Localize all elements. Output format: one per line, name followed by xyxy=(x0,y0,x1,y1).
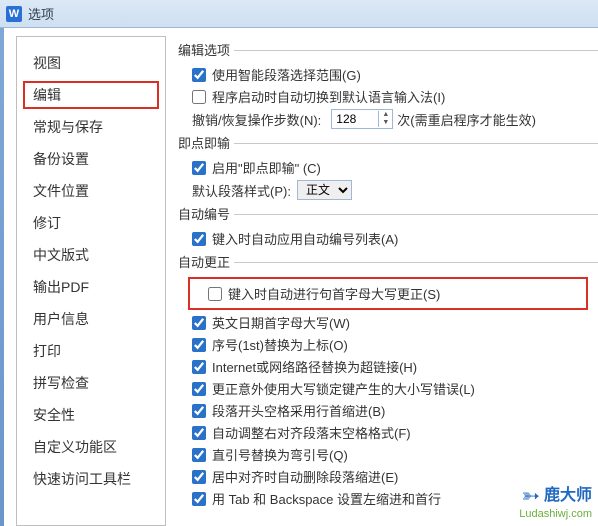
checkbox-autocorrect-8[interactable] xyxy=(192,470,206,484)
label-undo-steps-suffix: 次(需重启程序才能生效) xyxy=(397,110,536,129)
label-autocorrect-1: 英文日期首字母大写(W) xyxy=(212,313,350,332)
content-panel: 编辑选项 使用智能段落选择范围(G) 程序启动时自动切换到默认语言输入法(I) … xyxy=(166,28,598,526)
checkbox-enable-click-type[interactable] xyxy=(192,161,206,175)
group-edit-options: 编辑选项 xyxy=(178,40,598,59)
undo-steps-spinner[interactable]: ▲▼ xyxy=(331,109,393,129)
sidebar-item-4[interactable]: 文件位置 xyxy=(17,175,165,207)
sidebar-item-2[interactable]: 常规与保存 xyxy=(17,111,165,143)
checkbox-autocorrect-5[interactable] xyxy=(192,404,206,418)
label-enable-click-type: 启用"即点即输" (C) xyxy=(212,158,321,177)
label-autocorrect-9: 用 Tab 和 Backspace 设置左缩进和首行 xyxy=(212,489,441,508)
sidebar-item-0[interactable]: 视图 xyxy=(17,47,165,79)
checkbox-default-ime[interactable] xyxy=(192,90,206,104)
label-autocorrect-8: 居中对齐时自动删除段落缩进(E) xyxy=(212,467,398,486)
sidebar-item-9[interactable]: 打印 xyxy=(17,335,165,367)
label-default-ime: 程序启动时自动切换到默认语言输入法(I) xyxy=(212,87,445,106)
group-auto-number: 自动编号 xyxy=(178,204,598,223)
checkbox-autocorrect-0[interactable] xyxy=(208,287,222,301)
window-title: 选项 xyxy=(28,4,54,23)
sidebar-item-13[interactable]: 快速访问工具栏 xyxy=(17,463,165,495)
sidebar-item-1[interactable]: 编辑 xyxy=(23,81,159,109)
app-icon: W xyxy=(6,6,22,22)
label-undo-steps: 撤销/恢复操作步数(N): xyxy=(192,110,321,129)
undo-steps-input[interactable] xyxy=(332,112,378,126)
sidebar-item-12[interactable]: 自定义功能区 xyxy=(17,431,165,463)
title-bar: W 选项 xyxy=(0,0,598,28)
label-autocorrect-6: 自动调整右对齐段落末空格格式(F) xyxy=(212,423,411,442)
deer-icon: ➳ xyxy=(522,484,540,508)
sidebar: 视图编辑常规与保存备份设置文件位置修订中文版式输出PDF用户信息打印拼写检查安全… xyxy=(16,36,166,526)
label-auto-number-list: 键入时自动应用自动编号列表(A) xyxy=(212,229,398,248)
brand-name: 鹿大师 xyxy=(544,487,592,505)
spinner-arrows[interactable]: ▲▼ xyxy=(378,111,392,127)
sidebar-item-8[interactable]: 用户信息 xyxy=(17,303,165,335)
checkbox-autocorrect-3[interactable] xyxy=(192,360,206,374)
label-autocorrect-4: 更正意外使用大写锁定键产生的大小写错误(L) xyxy=(212,379,475,398)
sidebar-item-7[interactable]: 输出PDF xyxy=(17,271,165,303)
sidebar-item-6[interactable]: 中文版式 xyxy=(17,239,165,271)
group-auto-correct: 自动更正 xyxy=(178,252,598,271)
label-autocorrect-5: 段落开头空格采用行首缩进(B) xyxy=(212,401,385,420)
label-autocorrect-3: Internet或网络路径替换为超链接(H) xyxy=(212,357,417,376)
checkbox-autocorrect-9[interactable] xyxy=(192,492,206,506)
sidebar-item-5[interactable]: 修订 xyxy=(17,207,165,239)
label-autocorrect-7: 直引号替换为弯引号(Q) xyxy=(212,445,348,464)
checkbox-autocorrect-4[interactable] xyxy=(192,382,206,396)
sidebar-item-11[interactable]: 安全性 xyxy=(17,399,165,431)
sidebar-item-3[interactable]: 备份设置 xyxy=(17,143,165,175)
checkbox-smart-paragraph[interactable] xyxy=(192,68,206,82)
checkbox-autocorrect-1[interactable] xyxy=(192,316,206,330)
group-click-type: 即点即输 xyxy=(178,133,598,152)
label-smart-paragraph: 使用智能段落选择范围(G) xyxy=(212,65,361,84)
label-autocorrect-0: 键入时自动进行句首字母大写更正(S) xyxy=(228,284,440,303)
checkbox-autocorrect-7[interactable] xyxy=(192,448,206,462)
left-border xyxy=(0,28,4,526)
label-autocorrect-2: 序号(1st)替换为上标(O) xyxy=(212,335,348,354)
label-para-style: 默认段落样式(P): xyxy=(192,181,291,200)
brand-url: Ludashiwj.com xyxy=(519,508,592,520)
select-para-style[interactable]: 正文 xyxy=(297,180,352,200)
watermark-logo: ➳鹿大师 Ludashiwj.com xyxy=(519,484,592,520)
sidebar-item-10[interactable]: 拼写检查 xyxy=(17,367,165,399)
checkbox-auto-number-list[interactable] xyxy=(192,232,206,246)
checkbox-autocorrect-6[interactable] xyxy=(192,426,206,440)
checkbox-autocorrect-2[interactable] xyxy=(192,338,206,352)
